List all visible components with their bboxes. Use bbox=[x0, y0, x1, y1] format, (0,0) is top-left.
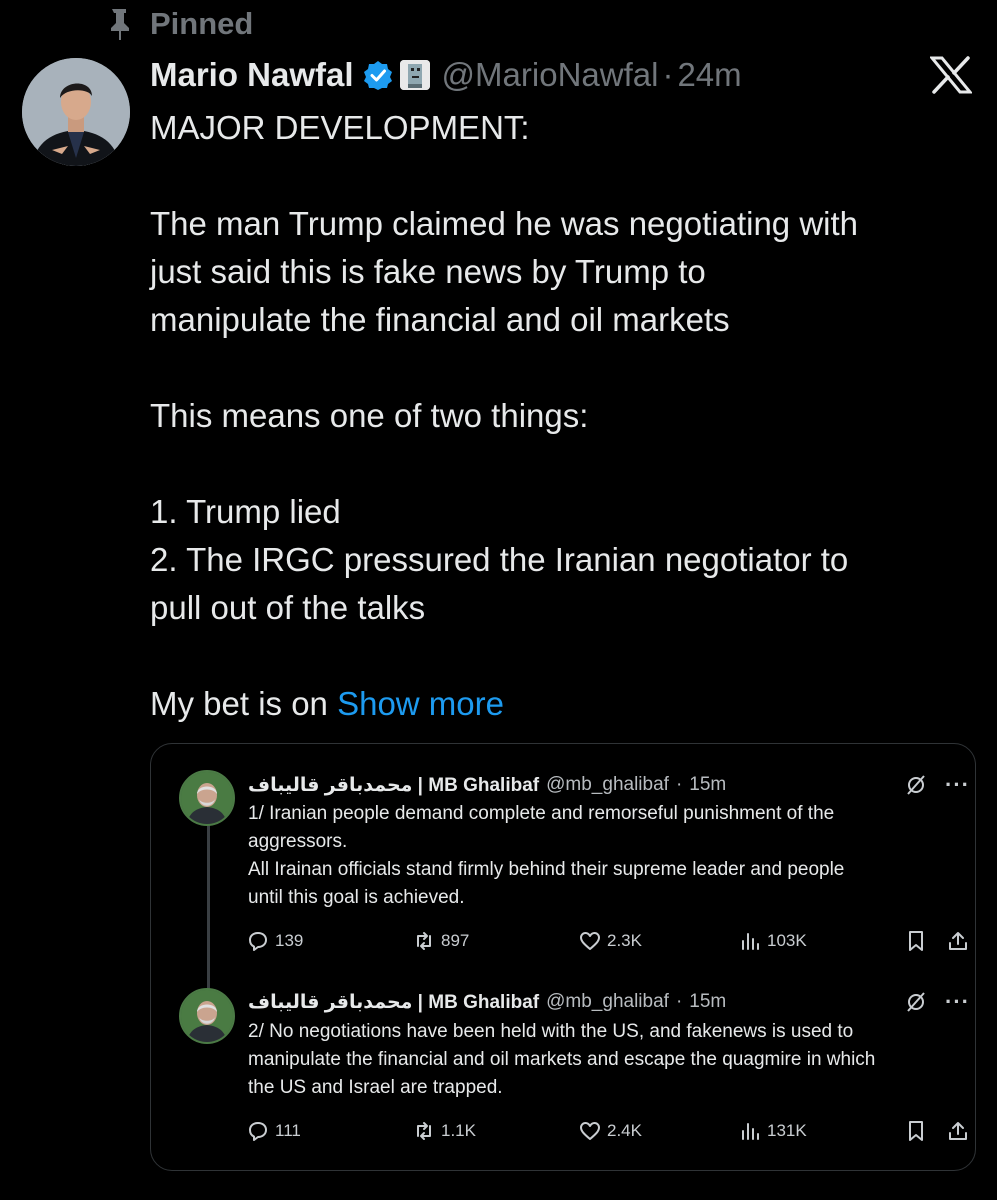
quoted-line: All Irainan officials stand firmly behin… bbox=[248, 859, 845, 880]
affiliate-badge-icon[interactable] bbox=[399, 60, 430, 90]
tweet-line: 2. The IRGC pressured the Iranian negoti… bbox=[150, 541, 849, 578]
reply-count: 111 bbox=[275, 1121, 301, 1140]
pinned-label: Pinned bbox=[150, 6, 254, 41]
quoted-avatar[interactable] bbox=[179, 988, 235, 1044]
quoted-line: 2/ No negotiations have been held with t… bbox=[248, 1021, 854, 1042]
quoted-line: 1/ Iranian people demand complete and re… bbox=[248, 803, 835, 824]
view-count: 131K bbox=[767, 1121, 807, 1140]
quoted-line: aggressors. bbox=[248, 831, 348, 852]
tweet-line: manipulate the financial and oil markets bbox=[150, 301, 730, 338]
quoted-avatar[interactable] bbox=[179, 770, 235, 826]
tweet-line: The man Trump claimed he was negotiating… bbox=[150, 205, 859, 242]
tweet-line: This means one of two things: bbox=[150, 397, 589, 434]
tweet-line: pull out of the talks bbox=[150, 589, 426, 626]
quoted-author-handle[interactable]: @mb_ghalibaf bbox=[546, 991, 669, 1013]
quoted-thread-card[interactable]: محمدباقر قالیباف | MB Ghalibaf @mb_ghali… bbox=[150, 743, 976, 1171]
tweet-line bbox=[150, 440, 980, 488]
repost-button[interactable]: 1.1K bbox=[413, 1120, 476, 1142]
tweet-line bbox=[150, 632, 980, 680]
tweet-line bbox=[150, 152, 980, 200]
tweet-last-line: My bet is on Show more bbox=[150, 680, 980, 728]
view-count: 103K bbox=[767, 931, 807, 950]
bookmark-icon[interactable] bbox=[905, 930, 927, 952]
like-count: 2.3K bbox=[607, 931, 642, 950]
quoted-header: محمدباقر قالیباف | MB Ghalibaf @mb_ghali… bbox=[248, 772, 726, 798]
quoted-line: until this goal is achieved. bbox=[248, 887, 465, 908]
share-icon[interactable] bbox=[947, 930, 969, 952]
author-name[interactable]: Mario Nawfal bbox=[150, 56, 354, 94]
views-icon bbox=[742, 933, 759, 950]
show-more-link[interactable]: Show more bbox=[337, 685, 504, 722]
quoted-text: 1/ Iranian people demand complete and re… bbox=[248, 800, 968, 912]
quoted-separator: · bbox=[675, 991, 683, 1012]
grok-icon[interactable] bbox=[905, 774, 927, 796]
header-separator: · bbox=[662, 56, 674, 93]
author-avatar[interactable] bbox=[22, 58, 130, 166]
more-options-icon[interactable]: ··· bbox=[945, 772, 970, 798]
reply-icon bbox=[249, 1122, 267, 1141]
repost-count: 1.1K bbox=[441, 1121, 476, 1140]
quoted-timestamp[interactable]: 15m bbox=[689, 991, 726, 1013]
tweet-header: Mario Nawfal @MarioNawfal · 24m bbox=[150, 54, 742, 96]
reply-button[interactable]: 139 bbox=[247, 930, 303, 952]
quoted-header: محمدباقر قالیباف | MB Ghalibaf @mb_ghali… bbox=[248, 989, 726, 1015]
tweet-screen: Pinned Mario Nawfal @MarioNawfal · 24m M… bbox=[0, 0, 997, 1200]
repost-button[interactable]: 897 bbox=[413, 930, 469, 952]
tweet-timestamp[interactable]: 24m bbox=[677, 56, 741, 94]
author-handle[interactable]: @MarioNawfal bbox=[442, 56, 659, 94]
like-button[interactable]: 2.4K bbox=[579, 1120, 642, 1142]
tweet-line-prefix: My bet is on bbox=[150, 685, 338, 722]
more-options-icon[interactable]: ··· bbox=[945, 989, 970, 1015]
views-button[interactable]: 131K bbox=[739, 1120, 807, 1142]
share-icon[interactable] bbox=[947, 1120, 969, 1142]
verified-badge-icon bbox=[363, 61, 392, 90]
views-icon bbox=[742, 1123, 759, 1140]
views-button[interactable]: 103K bbox=[739, 930, 807, 952]
like-count: 2.4K bbox=[607, 1121, 642, 1140]
x-logo-icon[interactable] bbox=[930, 56, 972, 94]
tweet-line: 1. Trump lied bbox=[150, 493, 341, 530]
tweet-text: MAJOR DEVELOPMENT: The man Trump claimed… bbox=[150, 104, 980, 728]
quoted-line: the US and Israel are trapped. bbox=[248, 1077, 503, 1098]
heart-icon bbox=[580, 932, 600, 950]
repost-icon bbox=[417, 1122, 431, 1140]
pinned-indicator: Pinned bbox=[104, 6, 253, 42]
heart-icon bbox=[580, 1122, 600, 1140]
quoted-separator: · bbox=[675, 774, 683, 795]
quoted-line: manipulate the financial and oil markets… bbox=[248, 1049, 876, 1070]
grok-icon[interactable] bbox=[905, 991, 927, 1013]
reply-count: 139 bbox=[275, 931, 304, 950]
quoted-author-name[interactable]: محمدباقر قالیباف | MB Ghalibaf bbox=[248, 774, 539, 797]
reply-icon bbox=[249, 932, 267, 951]
quoted-author-name[interactable]: محمدباقر قالیباف | MB Ghalibaf bbox=[248, 991, 539, 1014]
quoted-text: 2/ No negotiations have been held with t… bbox=[248, 1018, 968, 1102]
bookmark-icon[interactable] bbox=[905, 1120, 927, 1142]
tweet-line: just said this is fake news by Trump to bbox=[150, 253, 706, 290]
quoted-action-bar: 111 1.1K 2.4K 131K bbox=[247, 1120, 969, 1146]
quoted-action-bar: 139 897 2.3K 103K bbox=[247, 930, 969, 956]
quoted-author-handle[interactable]: @mb_ghalibaf bbox=[546, 774, 669, 796]
pin-icon bbox=[111, 9, 129, 40]
repost-count: 897 bbox=[441, 931, 470, 950]
like-button[interactable]: 2.3K bbox=[579, 930, 642, 952]
tweet-line bbox=[150, 344, 980, 392]
tweet-line: MAJOR DEVELOPMENT: bbox=[150, 109, 530, 146]
reply-button[interactable]: 111 bbox=[247, 1120, 301, 1142]
repost-icon bbox=[417, 932, 431, 950]
quoted-timestamp[interactable]: 15m bbox=[689, 774, 726, 796]
